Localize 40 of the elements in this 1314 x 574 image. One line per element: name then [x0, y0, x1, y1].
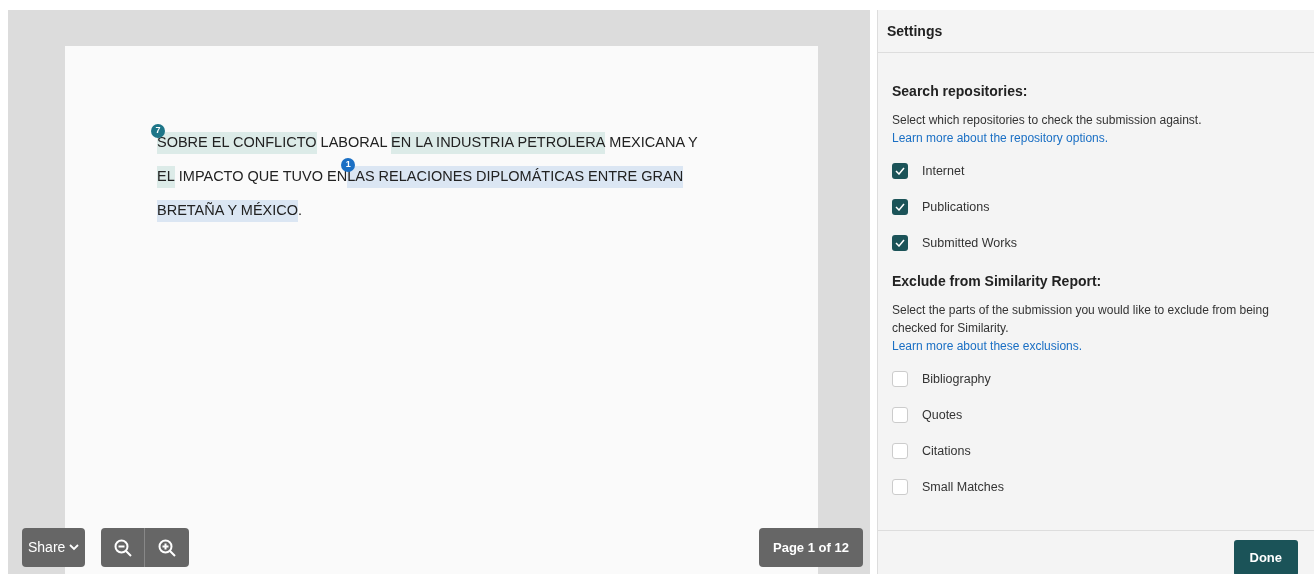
match-badge[interactable]: 1	[341, 158, 356, 172]
checkbox[interactable]	[892, 199, 908, 215]
checkbox[interactable]	[892, 407, 908, 423]
highlighted-text[interactable]: SOBRE EL CONFLICTO	[157, 132, 317, 154]
checkbox-label: Citations	[922, 442, 971, 460]
panel-title: Settings	[878, 10, 1314, 53]
checkbox[interactable]	[892, 163, 908, 179]
document-text: MEXICANA Y	[608, 133, 698, 153]
checkmark-icon	[895, 203, 905, 211]
learn-more-link[interactable]: Learn more about these exclusions.	[892, 337, 1083, 355]
learn-more-link[interactable]: Learn more about the repository options.	[892, 129, 1109, 147]
share-button[interactable]: Share	[22, 528, 86, 567]
highlighted-text[interactable]: EN LA INDUSTRIA PETROLERA	[390, 132, 606, 154]
checkbox[interactable]	[892, 443, 908, 459]
checkbox[interactable]	[892, 235, 908, 251]
checkbox-label: Internet	[922, 162, 965, 180]
checkbox[interactable]	[892, 479, 908, 495]
checkbox-label: Submitted Works	[922, 234, 1017, 252]
section-heading: Exclude from Similarity Report:	[892, 272, 1103, 291]
section-description: Select which repositories to check the submission against.	[892, 112, 1203, 129]
highlighted-text[interactable]: LAS RELACIONES DIPLOMÁTICAS ENTRE GRAN	[347, 166, 684, 188]
section-heading: Search repositories:	[892, 82, 1029, 101]
checkbox-label: Publications	[922, 198, 990, 216]
checkmark-icon	[895, 167, 905, 175]
checkbox[interactable]	[892, 371, 908, 387]
checkbox-label: Quotes	[922, 406, 963, 424]
chevron-down-icon	[69, 544, 80, 551]
done-button[interactable]: Done	[1233, 539, 1298, 574]
match-badge[interactable]: 7	[151, 124, 165, 138]
checkbox-label: Small Matches	[922, 478, 1004, 496]
highlighted-text[interactable]: BRETAÑA Y MÉXICO	[157, 200, 298, 222]
document-text: .	[298, 201, 303, 221]
zoom-in-icon	[158, 538, 176, 557]
checkmark-icon	[895, 239, 905, 247]
document-text: LABORAL	[319, 133, 388, 153]
checkbox-label: Bibliography	[922, 370, 991, 388]
highlighted-text[interactable]: EL	[157, 166, 175, 188]
section-description: Select the parts of the submission you would like to exclude from being checked for Similarity.	[892, 302, 1270, 337]
zoom-out-icon	[113, 538, 132, 557]
page-indicator: Page 1 of 12	[759, 528, 863, 567]
